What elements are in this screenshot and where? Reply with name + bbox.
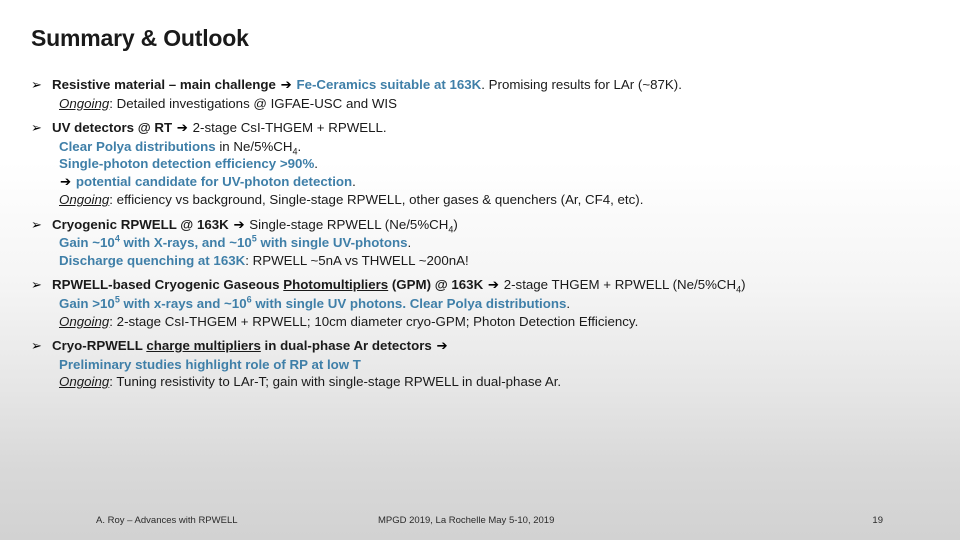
text-segment: Cryogenic RPWELL @ 163K	[52, 216, 233, 232]
text-segment: RPWELL-based Cryogenic Gaseous	[52, 277, 284, 293]
bullet-arrowhead-icon: ➢	[31, 217, 42, 233]
bullet-arrowhead-icon: ➢	[31, 78, 42, 93]
text-segment: (GPM) @ 163K	[388, 277, 487, 293]
text-segment: ➔	[436, 339, 448, 355]
text-segment: : Tuning resistivity to LAr-T; gain with…	[109, 374, 562, 390]
text-segment: .	[407, 235, 412, 251]
text-segment: potential candidate for UV-photon detect…	[72, 173, 353, 189]
text-segment: ➔	[280, 78, 292, 93]
text-segment: : efficiency vs background, Single-stage…	[109, 192, 644, 208]
text-segment: .	[566, 296, 571, 312]
text-segment: ➔	[60, 174, 72, 190]
text-segment: with x-rays and ~10	[119, 296, 247, 312]
text-segment: )	[453, 216, 458, 232]
text-segment: Discharge quenching at 163K	[59, 252, 246, 268]
text-segment: ➔	[233, 217, 245, 233]
text-segment: with single UV-photons	[256, 235, 408, 251]
text-segment: Ongoing	[59, 313, 110, 329]
text-segment: : Detailed investigations @ IGFAE-USC an…	[109, 95, 397, 111]
footer-conference: MPGD 2019, La Rochelle May 5-10, 2019	[378, 515, 555, 526]
bullet-line-cryo-rpwell-dualphase-ongoing: Ongoing: Tuning resistivity to LAr-T; ga…	[31, 373, 939, 391]
text-segment: Single-photon detection efficiency >90%	[59, 156, 315, 172]
slide-canvas: Summary & Outlook ➢ Resistive material – …	[0, 0, 960, 540]
bullet-line-uv-detectors-head: ➢ UV detectors @ RT ➔ 2-stage CsI-THGEM +…	[31, 119, 939, 138]
text-segment: Preliminary studies highlight role of RP…	[59, 356, 361, 372]
text-segment: Resistive material – main challenge	[52, 77, 280, 92]
text-segment: Gain ~10	[59, 235, 115, 251]
bullet-line-cryo-rpwell-dualphase-head: ➢ Cryo-RPWELL charge multipliers in dual-…	[31, 337, 939, 356]
text-segment: . Promising results for LAr (~87K).	[481, 77, 682, 92]
bullet-line-gpm-ongoing: Ongoing: 2-stage CsI-THGEM + RPWELL; 10c…	[31, 313, 939, 331]
text-segment: Fe-Ceramics suitable at 163K	[292, 77, 482, 92]
text-segment: in Ne/5%CH	[215, 138, 293, 154]
text-segment: with X-rays, and ~10	[119, 235, 252, 251]
text-segment: Single-stage RPWELL (Ne/5%CH	[245, 216, 449, 232]
text-segment: 2-stage THGEM + RPWELL (Ne/5%CH	[500, 277, 737, 293]
bullet-line-uv-detectors-polya: Clear Polya distributions in Ne/5%CH4.	[31, 138, 939, 156]
bullet-block-resistive-material: ➢ Resistive material – main challenge ➔ F…	[31, 76, 939, 112]
bullet-line-cryogenic-rpwell-gain: Gain ~104 with X-rays, and ~105 with sin…	[31, 234, 939, 252]
bullet-arrowhead-icon: ➢	[31, 121, 42, 137]
slide-body: ➢ Resistive material – main challenge ➔ F…	[31, 76, 939, 398]
text-segment: charge multipliers	[146, 338, 261, 354]
text-segment: Cryo-RPWELL	[52, 338, 147, 354]
bullet-line-uv-detectors-efficiency: Single-photon detection efficiency >90%.	[31, 155, 939, 173]
bullet-block-cryo-rpwell-dualphase: ➢ Cryo-RPWELL charge multipliers in dual-…	[31, 337, 939, 391]
text-segment: Clear Polya distributions	[59, 138, 216, 154]
text-segment: Ongoing	[59, 95, 110, 111]
bullet-block-uv-detectors: ➢ UV detectors @ RT ➔ 2-stage CsI-THGEM +…	[31, 119, 939, 209]
text-segment: with single UV photons. Clear Polya dist…	[251, 296, 567, 312]
bullet-line-gpm-gain: Gain >105 with x-rays and ~106 with sing…	[31, 295, 939, 313]
text-segment: in dual-phase Ar detectors	[260, 338, 436, 354]
text-segment: .	[352, 173, 356, 189]
bullet-line-cryogenic-rpwell-discharge: Discharge quenching at 163K: RPWELL ~5nA…	[31, 252, 939, 270]
text-segment: Photomultipliers	[283, 277, 389, 293]
text-segment: .	[314, 156, 318, 172]
bullet-line-resistive-material-ongoing: Ongoing: Detailed investigations @ IGFAE…	[31, 95, 939, 113]
bullet-line-resistive-material-head: ➢ Resistive material – main challenge ➔ F…	[31, 76, 939, 95]
slide-footer: A. Roy – Advances with RPWELL MPGD 2019,…	[0, 512, 960, 534]
text-segment: )	[741, 277, 746, 293]
page-title: Summary & Outlook	[31, 25, 249, 51]
text-segment: 2-stage CsI-THGEM + RPWELL.	[188, 120, 387, 136]
bullet-line-uv-detectors-candidate: ➔ potential candidate for UV-photon dete…	[31, 173, 939, 192]
text-segment: Gain >10	[59, 296, 115, 312]
text-segment: Ongoing	[59, 192, 110, 208]
text-segment: ➔	[487, 278, 500, 294]
text-segment: UV detectors @ RT	[52, 120, 176, 136]
bullet-line-uv-detectors-ongoing: Ongoing: efficiency vs background, Singl…	[31, 191, 939, 209]
bullet-arrowhead-icon: ➢	[31, 339, 42, 355]
text-segment: : RPWELL ~5nA vs THWELL ~200nA!	[245, 252, 469, 268]
text-segment: Ongoing	[59, 374, 110, 390]
text-segment: : 2-stage CsI-THGEM + RPWELL; 10cm diame…	[109, 313, 639, 329]
footer-author: A. Roy – Advances with RPWELL	[96, 515, 238, 526]
bullet-arrowhead-icon: ➢	[31, 278, 42, 294]
footer-page-number: 19	[872, 515, 883, 526]
text-segment: .	[297, 138, 302, 154]
bullet-block-cryogenic-rpwell: ➢ Cryogenic RPWELL @ 163K ➔ Single-stage …	[31, 216, 939, 270]
bullet-block-gpm: ➢ RPWELL-based Cryogenic Gaseous Photomul…	[31, 276, 939, 330]
bullet-line-cryogenic-rpwell-head: ➢ Cryogenic RPWELL @ 163K ➔ Single-stage …	[31, 216, 939, 235]
bullet-line-gpm-head: ➢ RPWELL-based Cryogenic Gaseous Photomul…	[31, 276, 939, 295]
text-segment: ➔	[176, 121, 188, 137]
bullet-line-cryo-rpwell-dualphase-prelim: Preliminary studies highlight role of RP…	[31, 356, 939, 374]
